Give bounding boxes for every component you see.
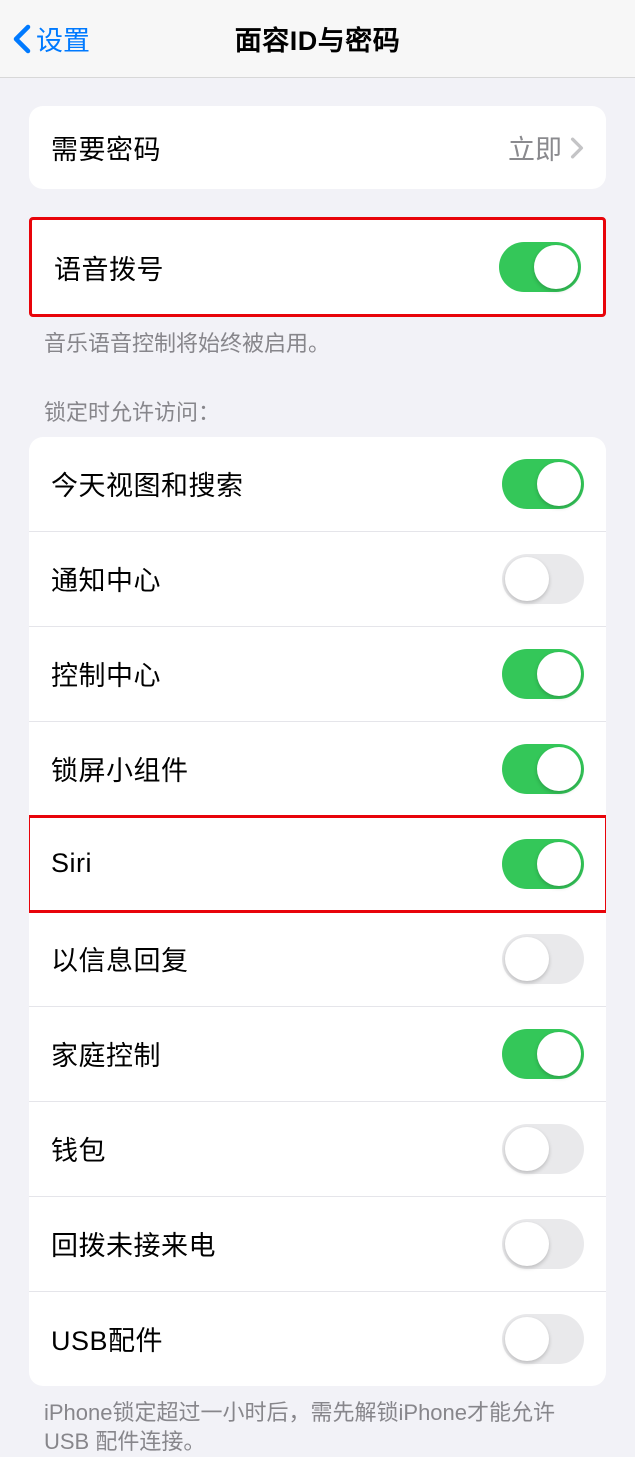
require-passcode-value: 立即 (508, 128, 562, 167)
lock-access-row: 今天视图和搜索 (29, 437, 606, 531)
lock-access-toggle[interactable] (502, 1314, 584, 1364)
lock-access-row: USB配件 (29, 1291, 606, 1386)
lock-access-toggle[interactable] (502, 1029, 584, 1079)
require-passcode-row[interactable]: 需要密码 立即 (29, 106, 606, 189)
voice-dial-footer: 音乐语音控制将始终被启用。 (44, 329, 591, 359)
lock-access-label: 通知中心 (51, 559, 161, 598)
voice-dial-row: 语音拨号 (32, 220, 603, 314)
lock-access-label: Siri (51, 848, 92, 879)
navigation-bar: 设置 面容ID与密码 (0, 0, 635, 78)
lock-access-row: 通知中心 (29, 531, 606, 626)
toggle-knob (537, 1032, 581, 1076)
toggle-knob (505, 1127, 549, 1171)
require-passcode-group: 需要密码 立即 (29, 106, 606, 189)
lock-access-label: 控制中心 (51, 654, 161, 693)
toggle-knob (537, 747, 581, 791)
voice-dial-label: 语音拨号 (54, 248, 164, 287)
back-label: 设置 (36, 19, 90, 58)
lock-access-label: 家庭控制 (51, 1034, 161, 1073)
lock-access-toggle[interactable] (502, 744, 584, 794)
lock-access-toggle[interactable] (502, 934, 584, 984)
lock-access-label: 今天视图和搜索 (51, 464, 244, 503)
lock-access-label: 回拨未接来电 (51, 1224, 216, 1263)
voice-dial-toggle[interactable] (499, 242, 581, 292)
voice-dial-group: 语音拨号 (29, 217, 606, 317)
lock-access-label: 钱包 (51, 1129, 106, 1168)
toggle-knob (537, 652, 581, 696)
lock-access-toggle[interactable] (502, 1124, 584, 1174)
lock-access-label: 以信息回复 (51, 939, 189, 978)
lock-access-header: 锁定时允许访问： (44, 395, 591, 427)
back-button[interactable]: 设置 (12, 19, 90, 58)
lock-access-row: 控制中心 (29, 626, 606, 721)
lock-access-toggle[interactable] (502, 839, 584, 889)
toggle-knob (537, 842, 581, 886)
lock-access-row: 锁屏小组件 (29, 721, 606, 816)
lock-access-row: 钱包 (29, 1101, 606, 1196)
lock-access-toggle[interactable] (502, 649, 584, 699)
toggle-knob (534, 245, 578, 289)
toggle-knob (537, 462, 581, 506)
page-title: 面容ID与密码 (235, 19, 401, 58)
chevron-left-icon (12, 24, 32, 54)
lock-access-footer: iPhone锁定超过一小时后，需先解锁iPhone才能允许USB 配件连接。 (44, 1398, 591, 1457)
chevron-right-icon (570, 137, 584, 159)
lock-access-row: Siri (29, 816, 606, 911)
lock-access-row: 回拨未接来电 (29, 1196, 606, 1291)
lock-access-toggle[interactable] (502, 554, 584, 604)
toggle-knob (505, 557, 549, 601)
lock-access-toggle[interactable] (502, 459, 584, 509)
lock-access-label: 锁屏小组件 (51, 749, 189, 788)
lock-access-row: 以信息回复 (29, 911, 606, 1006)
require-passcode-label: 需要密码 (51, 128, 161, 167)
toggle-knob (505, 937, 549, 981)
lock-access-toggle[interactable] (502, 1219, 584, 1269)
lock-access-group: 今天视图和搜索通知中心控制中心锁屏小组件 Siri 以信息回复家庭控制钱包回拨未接来… (29, 437, 606, 1386)
lock-access-label: USB配件 (51, 1319, 163, 1358)
toggle-knob (505, 1222, 549, 1266)
toggle-knob (505, 1317, 549, 1361)
lock-access-row: 家庭控制 (29, 1006, 606, 1101)
